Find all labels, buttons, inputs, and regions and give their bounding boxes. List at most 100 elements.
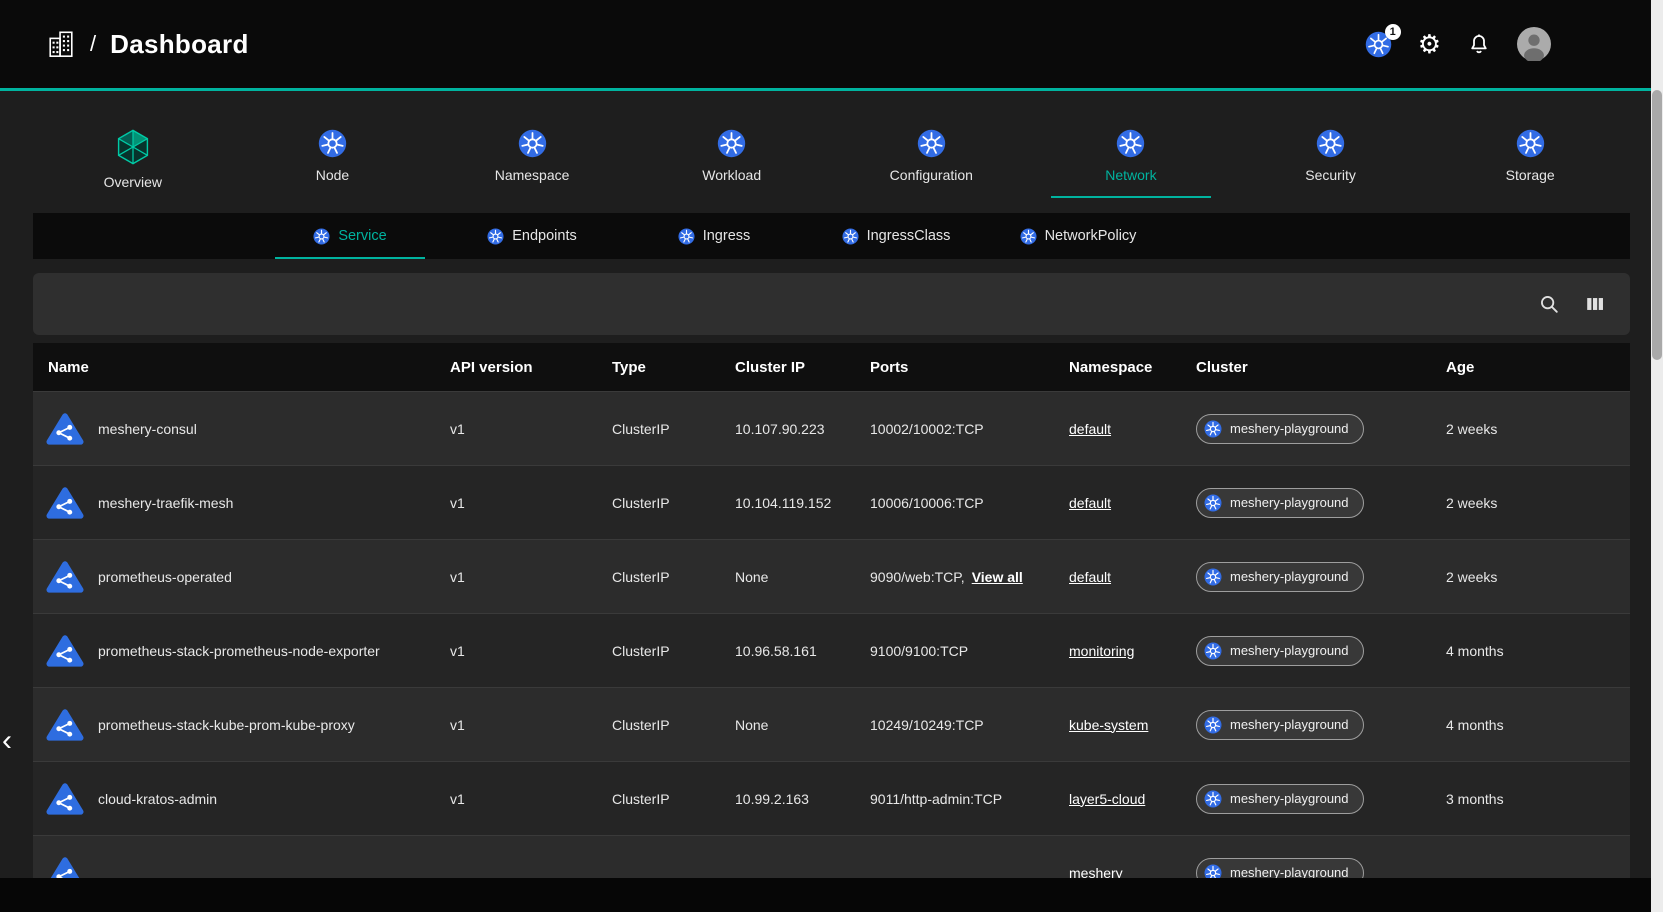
collapse-drawer-button[interactable]: ‹: [2, 726, 12, 756]
ports-cell: 10006/10006:TCP: [870, 495, 1069, 511]
kubernetes-context-button[interactable]: 1: [1365, 31, 1392, 58]
user-menu-button[interactable]: [1517, 27, 1551, 61]
cluster-chip[interactable]: meshery-playground: [1196, 784, 1364, 814]
active-subtab-underline: [639, 257, 789, 259]
table-row[interactable]: prometheus-stack-prometheus-node-exporte…: [33, 613, 1630, 687]
subtab-label: NetworkPolicy: [1045, 228, 1137, 244]
header-actions: 1 ⚙: [1365, 27, 1551, 61]
active-subtab-underline: [821, 257, 971, 259]
subtab-service[interactable]: Service: [259, 213, 441, 259]
column-header: Name: [33, 359, 450, 376]
table-row[interactable]: prometheus-operated v1 ClusterIP None 90…: [33, 539, 1630, 613]
namespace-cell: layer5-cloud: [1069, 791, 1196, 807]
tab-label: Network: [1105, 167, 1156, 183]
namespace-cell: kube-system: [1069, 717, 1196, 733]
cluster-name: meshery-playground: [1230, 717, 1349, 732]
tab-node[interactable]: Node: [233, 129, 433, 205]
bottom-bar: [0, 878, 1663, 912]
tab-label: Workload: [702, 167, 761, 183]
table-row[interactable]: prometheus-stack-kube-prom-kube-proxy v1…: [33, 687, 1630, 761]
ports-value: 10002/10002:TCP: [870, 421, 984, 437]
view-all-ports-link[interactable]: View all: [972, 569, 1023, 585]
cluster-ip-cell: None: [735, 569, 870, 585]
table-row[interactable]: meshery-traefik-mesh v1 ClusterIP 10.104…: [33, 465, 1630, 539]
cluster-chip[interactable]: meshery-playground: [1196, 710, 1364, 740]
service-name: prometheus-stack-kube-prom-kube-proxy: [98, 717, 355, 733]
active-tab-underline: [252, 196, 412, 198]
active-tab-underline: [53, 203, 213, 205]
tab-label: Configuration: [890, 167, 973, 183]
service-name: meshery-traefik-mesh: [98, 495, 233, 511]
cluster-cell: meshery-playground: [1196, 710, 1446, 740]
namespace-link[interactable]: monitoring: [1069, 643, 1134, 659]
table-toolbar: [33, 273, 1630, 335]
cluster-chip[interactable]: meshery-playground: [1196, 636, 1364, 666]
column-visibility-button[interactable]: [1584, 293, 1606, 315]
settings-button[interactable]: ⚙: [1418, 31, 1441, 57]
api-version-cell: v1: [450, 421, 612, 437]
cluster-chip[interactable]: meshery-playground: [1196, 562, 1364, 592]
tab-overview[interactable]: Overview: [33, 129, 233, 205]
active-tab-underline: [652, 196, 812, 198]
service-name: prometheus-operated: [98, 569, 232, 585]
subtab-endpoints[interactable]: Endpoints: [441, 213, 623, 259]
subtab-label: Service: [338, 228, 386, 244]
bell-icon: [1467, 32, 1491, 56]
cluster-name: meshery-playground: [1230, 421, 1349, 436]
gear-icon: ⚙: [1418, 31, 1441, 57]
scrollbar-thumb[interactable]: [1652, 90, 1662, 360]
kubernetes-icon: [917, 129, 946, 158]
ports-cell: 9100/9100:TCP: [870, 643, 1069, 659]
tab-security[interactable]: Security: [1231, 129, 1431, 205]
name-cell: meshery-consul: [33, 412, 450, 445]
namespace-link[interactable]: default: [1069, 495, 1111, 511]
subtab-ingressclass[interactable]: IngressClass: [805, 213, 987, 259]
table-body: meshery-consul v1 ClusterIP 10.107.90.22…: [33, 391, 1630, 909]
cluster-chip[interactable]: meshery-playground: [1196, 488, 1364, 518]
organization-building-icon[interactable]: [46, 29, 76, 59]
service-name: cloud-kratos-admin: [98, 791, 217, 807]
tab-network[interactable]: Network: [1031, 129, 1231, 205]
namespace-link[interactable]: default: [1069, 421, 1111, 437]
service-resource-icon: [46, 560, 84, 593]
api-version-cell: v1: [450, 717, 612, 733]
page-scrollbar[interactable]: [1651, 0, 1663, 912]
tab-workload[interactable]: Workload: [632, 129, 832, 205]
cluster-ip-cell: 10.107.90.223: [735, 421, 870, 437]
ports-value: 9100/9100:TCP: [870, 643, 968, 659]
search-icon: [1538, 293, 1560, 315]
kubernetes-icon: [1204, 420, 1222, 438]
api-version-cell: v1: [450, 495, 612, 511]
ports-cell: 10002/10002:TCP: [870, 421, 1069, 437]
kubernetes-icon: [1516, 129, 1545, 158]
subtab-ingress[interactable]: Ingress: [623, 213, 805, 259]
column-header: Type: [612, 359, 735, 376]
table-row[interactable]: meshery-consul v1 ClusterIP 10.107.90.22…: [33, 391, 1630, 465]
kubernetes-icon: [678, 228, 695, 245]
meshery-icon: [115, 129, 151, 165]
kubernetes-icon: [1204, 494, 1222, 512]
kubernetes-icon: [518, 129, 547, 158]
name-cell: meshery-traefik-mesh: [33, 486, 450, 519]
namespace-link[interactable]: layer5-cloud: [1069, 791, 1145, 807]
notifications-button[interactable]: [1467, 32, 1491, 56]
avatar: [1517, 27, 1551, 61]
table-row[interactable]: cloud-kratos-admin v1 ClusterIP 10.99.2.…: [33, 761, 1630, 835]
type-cell: ClusterIP: [612, 495, 735, 511]
namespace-link[interactable]: kube-system: [1069, 717, 1148, 733]
active-subtab-underline: [1003, 257, 1153, 259]
active-tab-underline: [452, 196, 612, 198]
namespace-link[interactable]: default: [1069, 569, 1111, 585]
type-cell: ClusterIP: [612, 421, 735, 437]
tab-storage[interactable]: Storage: [1430, 129, 1630, 205]
tab-namespace[interactable]: Namespace: [432, 129, 632, 205]
subtab-networkpolicy[interactable]: NetworkPolicy: [987, 213, 1169, 259]
cluster-chip[interactable]: meshery-playground: [1196, 414, 1364, 444]
namespace-cell: default: [1069, 421, 1196, 437]
cluster-name: meshery-playground: [1230, 791, 1349, 806]
ports-cell: 9011/http-admin:TCP: [870, 791, 1069, 807]
search-button[interactable]: [1538, 293, 1560, 315]
tab-configuration[interactable]: Configuration: [832, 129, 1032, 205]
tab-label: Storage: [1506, 167, 1555, 183]
kubernetes-icon: [487, 228, 504, 245]
